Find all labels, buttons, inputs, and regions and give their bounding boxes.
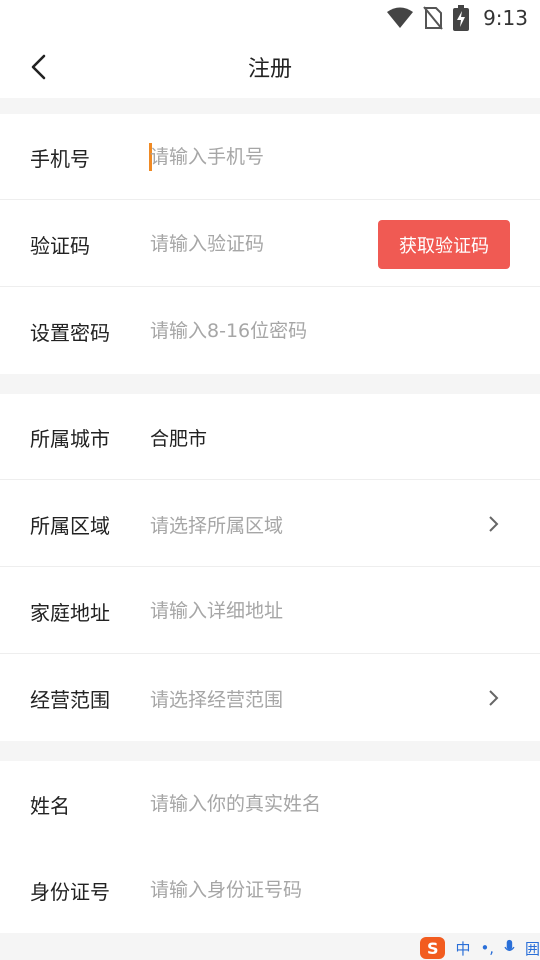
region-row[interactable]: 所属区域 请选择所属区域 — [0, 481, 540, 567]
nav-bar: 注册 — [0, 36, 540, 98]
password-input[interactable] — [150, 311, 480, 351]
phone-input[interactable] — [150, 137, 480, 177]
business-scope-row[interactable]: 经营范围 请选择经营范围 — [0, 655, 540, 741]
section-gap — [0, 741, 540, 761]
wifi-icon — [387, 7, 414, 28]
chevron-right-icon — [489, 690, 499, 706]
name-row: 姓名 — [0, 761, 540, 847]
chevron-right-icon — [489, 516, 499, 532]
city-value: 合肥市 — [150, 427, 208, 450]
city-row: 所属城市 合肥市 — [0, 394, 540, 480]
status-bar: 9:13 — [0, 0, 540, 36]
ime-punct[interactable]: •, — [480, 939, 494, 957]
region-label: 所属区域 — [30, 513, 110, 538]
password-label: 设置密码 — [30, 320, 110, 345]
phone-label: 手机号 — [30, 146, 90, 171]
id-number-label: 身份证号 — [30, 879, 110, 904]
sogou-logo-icon[interactable]: S — [420, 937, 446, 959]
code-input[interactable] — [150, 224, 360, 264]
address-row: 家庭地址 — [0, 568, 540, 654]
id-number-input[interactable] — [150, 870, 480, 910]
ime-keyboard[interactable]: 囲 — [525, 938, 540, 959]
address-input[interactable] — [150, 591, 480, 631]
status-time: 9:13 — [483, 6, 528, 30]
section-gap — [0, 374, 540, 394]
name-input[interactable] — [150, 784, 480, 824]
ime-mode[interactable]: 中 — [455, 938, 470, 959]
id-number-row: 身份证号 — [0, 847, 540, 933]
region-select[interactable]: 请选择所属区域 — [150, 511, 283, 538]
page-title: 注册 — [247, 57, 292, 82]
code-label: 验证码 — [30, 233, 90, 258]
code-row: 验证码 获取验证码 — [0, 201, 540, 287]
phone-row: 手机号 — [0, 114, 540, 200]
city-label: 所属城市 — [30, 426, 110, 451]
name-label: 姓名 — [30, 793, 70, 818]
microphone-icon[interactable] — [504, 939, 515, 957]
section-gap — [0, 98, 540, 114]
address-label: 家庭地址 — [30, 600, 110, 625]
business-scope-label: 经营范围 — [30, 687, 110, 712]
password-row: 设置密码 — [0, 288, 540, 374]
no-sim-icon — [423, 6, 443, 30]
battery-charging-icon — [453, 5, 470, 31]
back-icon[interactable] — [26, 52, 54, 82]
business-scope-select[interactable]: 请选择经营范围 — [150, 685, 283, 712]
get-code-button[interactable]: 获取验证码 — [378, 220, 510, 269]
ime-toolbar: S 中 •, 囲 — [420, 936, 540, 960]
